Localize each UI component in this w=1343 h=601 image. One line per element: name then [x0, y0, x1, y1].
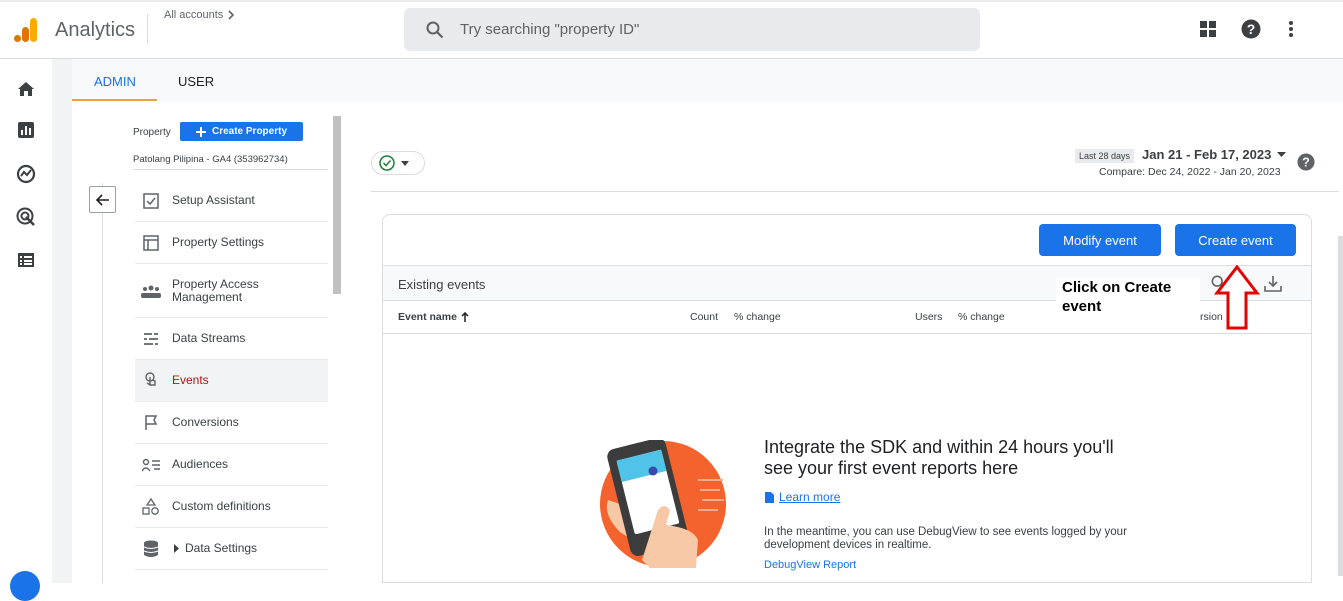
column-header-count-change[interactable]: % change [734, 311, 781, 323]
reports-icon[interactable] [15, 119, 37, 141]
nav-item-setup-assistant[interactable]: Setup Assistant [135, 180, 328, 222]
compare-range: Compare: Dec 24, 2022 - Jan 20, 2023 [1099, 166, 1281, 178]
app-name: Analytics [55, 19, 136, 41]
sidebar-scrollbar[interactable] [333, 116, 341, 294]
nav-label: Events [172, 373, 209, 387]
flag-icon [141, 413, 161, 433]
admin-tabs: ADMIN USER [72, 59, 1343, 102]
apps-grid-icon[interactable] [1198, 19, 1218, 39]
nav-label: Property Settings [172, 235, 265, 249]
left-rail [0, 59, 52, 601]
tab-user[interactable]: USER [178, 74, 214, 89]
nav-item-audiences[interactable]: Audiences [135, 444, 328, 486]
home-icon[interactable] [15, 78, 37, 100]
create-property-button[interactable]: Create Property [180, 122, 303, 141]
nav-item-custom-definitions[interactable]: Custom definitions [135, 486, 328, 528]
learn-more-label: Learn more [779, 490, 841, 504]
nav-label: Property Access Management [172, 276, 259, 304]
column-header-users-change[interactable]: % change [958, 311, 1005, 323]
analytics-logo-icon[interactable] [14, 17, 38, 43]
nav-label: Custom definitions [172, 499, 271, 513]
advertising-icon[interactable] [15, 206, 37, 228]
audience-icon [141, 455, 161, 475]
nav-item-data-settings[interactable]: Data Settings [135, 528, 328, 570]
divider [371, 191, 1339, 192]
active-tab-indicator [72, 99, 157, 101]
search-icon [426, 21, 444, 38]
document-icon [765, 491, 774, 503]
debugview-link[interactable]: DebugView Report [764, 559, 856, 571]
back-button[interactable] [89, 186, 116, 213]
nav-item-property-settings[interactable]: Property Settings [135, 222, 328, 264]
check-circle-icon [379, 155, 395, 171]
help-icon[interactable]: ? [1297, 153, 1315, 171]
download-icon[interactable] [1264, 275, 1282, 292]
empty-state-description: In the meantime, you can use DebugView t… [764, 526, 1127, 551]
nav-label: Audiences [172, 457, 229, 471]
admin-gear-fab[interactable] [10, 571, 40, 601]
divider [383, 333, 1311, 334]
data-quality-chip[interactable] [371, 151, 425, 175]
people-icon [141, 281, 161, 301]
plus-icon [195, 126, 206, 137]
tab-admin[interactable]: ADMIN [94, 74, 136, 89]
nav-label: Setup Assistant [172, 193, 255, 207]
search-input[interactable]: Try searching "property ID" [460, 21, 639, 38]
date-range-picker[interactable]: Jan 21 - Feb 17, 2023 [1142, 147, 1287, 162]
nav-label: Conversions [172, 415, 239, 429]
top-app-bar: Analytics All accounts Try searching "pr… [0, 0, 1343, 59]
top-border [0, 0, 1343, 2]
search-bar[interactable]: Try searching "property ID" [404, 8, 980, 51]
svg-text:?: ? [1247, 21, 1256, 37]
nav-label: Data Streams [172, 331, 246, 345]
empty-state-title: Integrate the SDK and within 24 hours yo… [764, 437, 1114, 478]
date-range-label: Jan 21 - Feb 17, 2023 [1142, 147, 1272, 162]
column-header-users[interactable]: Users [915, 311, 942, 323]
column-header-count[interactable]: Count [690, 311, 718, 323]
all-accounts-label: All accounts [164, 9, 224, 21]
divider [133, 169, 328, 170]
configure-list-icon[interactable] [15, 249, 37, 271]
explore-icon[interactable] [15, 163, 37, 185]
touch-icon [141, 371, 161, 391]
database-icon [141, 539, 161, 559]
learn-more-link[interactable]: Learn more [765, 490, 840, 504]
column-label: Event name [398, 311, 457, 323]
more-vert-icon[interactable] [1281, 19, 1301, 39]
shapes-icon [141, 497, 161, 517]
modify-event-button[interactable]: Modify event [1039, 224, 1161, 256]
nav-label: Data Settings [185, 541, 258, 555]
arrow-back-icon [95, 193, 109, 206]
dropdown-arrow-icon [1277, 152, 1287, 157]
streams-icon [141, 329, 161, 349]
create-property-label: Create Property [211, 126, 288, 137]
svg-text:?: ? [1302, 156, 1310, 170]
checkbox-icon [141, 191, 161, 211]
annotation-arrow-icon [1213, 265, 1261, 330]
layout-icon [141, 233, 161, 253]
table-title: Existing events [398, 277, 486, 292]
content-scrollbar[interactable] [1338, 236, 1343, 576]
arrow-up-icon [461, 312, 469, 322]
date-preset-badge: Last 28 days [1075, 149, 1135, 163]
property-name[interactable]: Patolang Pilipina - GA4 (353962734) [133, 154, 288, 165]
annotation-callout: Click on Create event [1056, 278, 1200, 316]
nav-item-events[interactable]: Events [135, 360, 328, 402]
column-divider [102, 183, 103, 583]
nav-item-property-access-management[interactable]: Property Access Management [135, 264, 328, 318]
phone-illustration [600, 440, 726, 568]
divider [147, 14, 148, 44]
dropdown-arrow-icon [401, 160, 409, 166]
expand-arrow-icon [174, 544, 179, 553]
column-header-event-name[interactable]: Event name [398, 311, 469, 323]
nav-item-conversions[interactable]: Conversions [135, 402, 328, 444]
nav-item-data-streams[interactable]: Data Streams [135, 318, 328, 360]
chevron-right-icon [228, 10, 235, 20]
property-label: Property [133, 127, 171, 138]
help-icon[interactable]: ? [1241, 19, 1261, 39]
all-accounts-breadcrumb[interactable]: All accounts [164, 9, 235, 21]
create-event-button[interactable]: Create event [1175, 224, 1296, 256]
